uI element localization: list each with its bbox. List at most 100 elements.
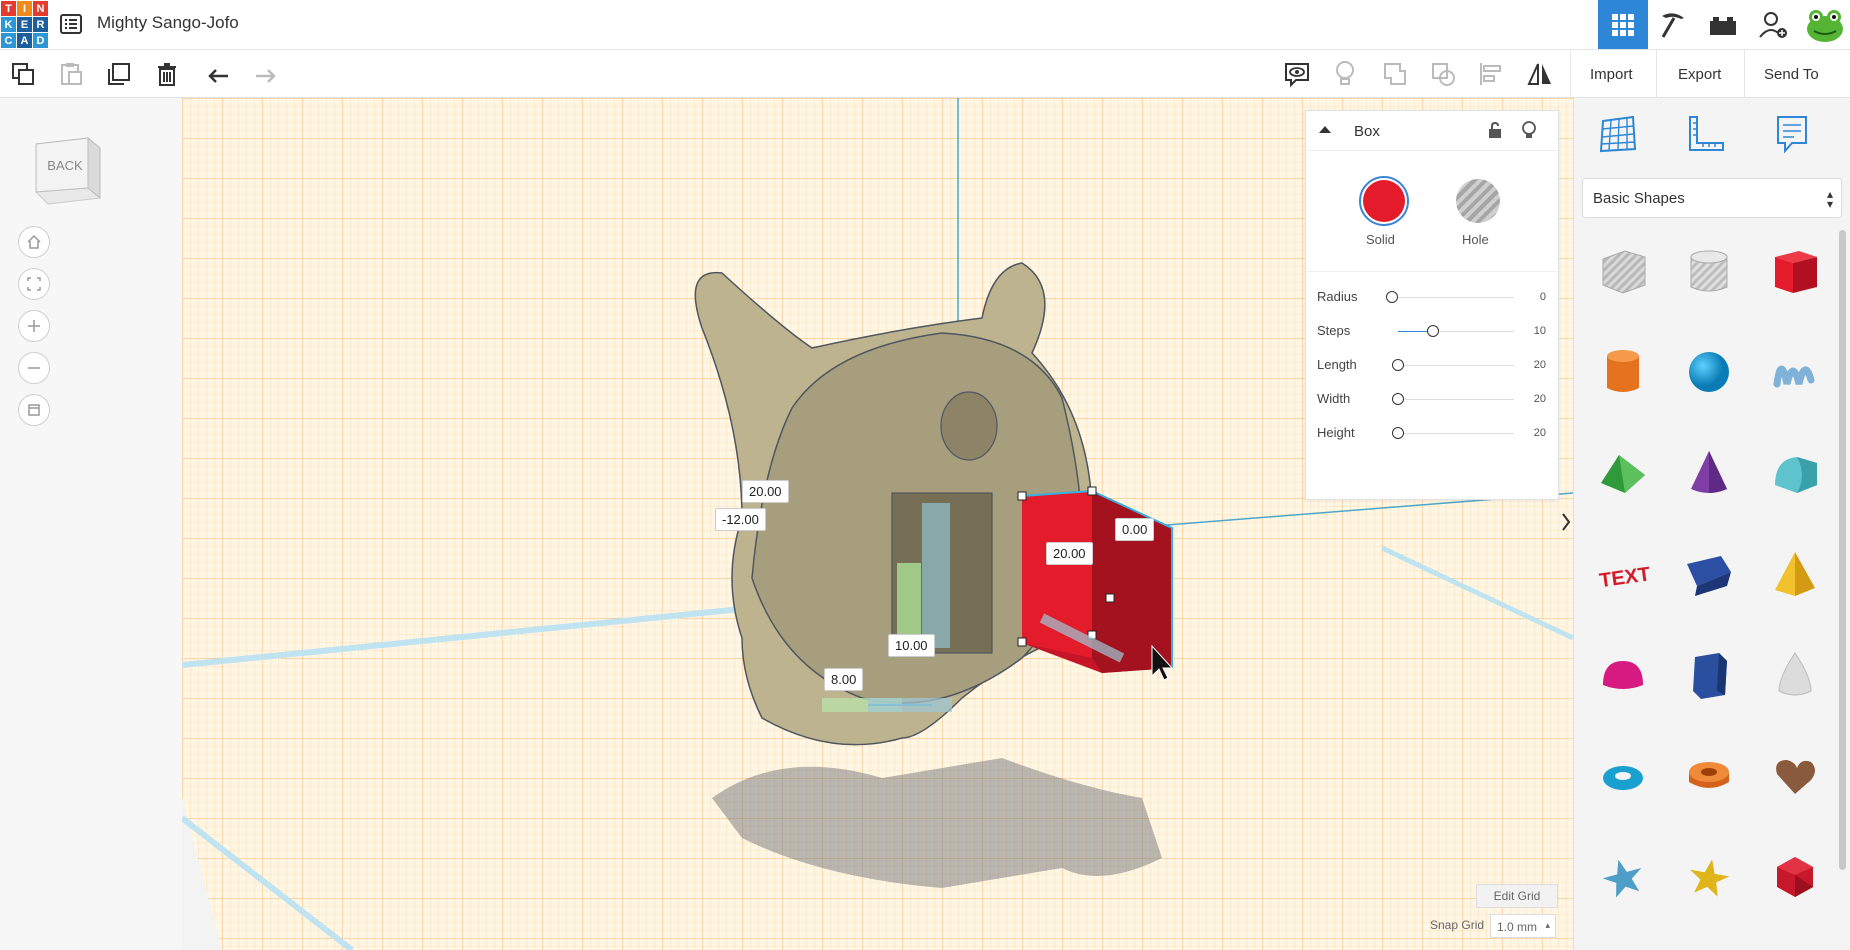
param-slider-height[interactable] — [1398, 433, 1514, 434]
notes-tool-button[interactable] — [1764, 110, 1820, 158]
dimension-elevation-label[interactable]: -12.00 — [715, 508, 766, 531]
shape-tile-box[interactable] — [1760, 238, 1830, 308]
collapse-inspector-button[interactable] — [1318, 123, 1332, 137]
param-slider-width[interactable] — [1398, 399, 1514, 400]
inspector-header: Box — [1306, 111, 1558, 151]
shape-tile-star[interactable] — [1588, 844, 1658, 914]
param-slider-length[interactable] — [1398, 365, 1514, 366]
workplane-grid-icon — [1599, 115, 1637, 153]
tinkercad-logo[interactable]: TIN KER CAD — [0, 0, 48, 48]
home-view-button[interactable] — [18, 226, 50, 258]
mirror-button[interactable] — [1525, 60, 1555, 88]
tube-icon — [1681, 748, 1737, 809]
shape-tile-text[interactable]: TEXT — [1588, 541, 1658, 611]
shape-tile-pyramid[interactable] — [1760, 541, 1830, 611]
paste-button[interactable] — [56, 60, 86, 88]
shape-tile-box-hole[interactable] — [1588, 238, 1658, 308]
3d-design-view-button[interactable] — [1598, 0, 1648, 49]
workplane-tool-button[interactable] — [1590, 110, 1646, 158]
profile-avatar[interactable] — [1800, 0, 1850, 49]
shapes-scrollbar[interactable] — [1839, 230, 1846, 870]
param-slider-knob[interactable] — [1391, 359, 1404, 371]
paraboloid-icon — [1767, 647, 1823, 708]
design-title[interactable]: Mighty Sango-Jofo — [97, 13, 239, 33]
design-list-icon[interactable] — [59, 12, 83, 36]
param-slider-knob[interactable] — [1426, 325, 1439, 337]
notes-toggle-button[interactable] — [1282, 60, 1312, 88]
dimension-y-offset-label[interactable]: 8.00 — [824, 668, 864, 691]
duplicate-button[interactable] — [104, 60, 134, 88]
dimension-x-offset-label[interactable]: 0.00 — [1115, 518, 1155, 541]
perspective-toggle-button[interactable] — [18, 394, 50, 426]
logo-letter: R — [33, 17, 48, 32]
shape-tile-polygon[interactable] — [1674, 642, 1744, 712]
shape-light-button[interactable] — [1520, 121, 1538, 139]
snap-grid-select[interactable]: 1.0 mm ▴ — [1490, 914, 1556, 938]
send-to-button[interactable]: Send To — [1750, 56, 1833, 92]
param-slider-radius[interactable] — [1398, 297, 1514, 298]
shape-tile-star-gold[interactable] — [1674, 844, 1744, 914]
shape-tile-cylinder[interactable] — [1588, 339, 1658, 409]
view-cube[interactable]: BACK — [28, 130, 104, 206]
shape-tile-torus[interactable] — [1588, 743, 1658, 813]
text-icon: TEXT — [1595, 546, 1652, 607]
shape-tile-scribble[interactable] — [1760, 339, 1830, 409]
undo-button[interactable] — [204, 60, 234, 88]
shape-tile-tube[interactable] — [1674, 743, 1744, 813]
edit-toolbar: Import Export Send To — [0, 50, 1850, 98]
export-button[interactable]: Export — [1664, 56, 1735, 92]
collapse-panel-button[interactable] — [1560, 508, 1574, 538]
param-value-radius[interactable]: 0 — [1540, 291, 1546, 303]
shape-tile-paraboloid[interactable] — [1760, 642, 1830, 712]
redo-button[interactable] — [250, 60, 280, 88]
show-lights-button[interactable] — [1330, 60, 1360, 88]
import-button[interactable]: Import — [1576, 56, 1647, 92]
cylinder-icon — [1595, 344, 1651, 405]
invite-user-button[interactable] — [1748, 0, 1798, 49]
solid-color-swatch[interactable] — [1359, 176, 1409, 226]
shape-tile-cone[interactable] — [1674, 440, 1744, 510]
shape-tile-round-roof[interactable] — [1760, 440, 1830, 510]
star-icon — [1595, 849, 1651, 910]
wedge-icon — [1681, 546, 1737, 607]
param-value-width[interactable]: 20 — [1534, 393, 1546, 405]
param-slider-knob[interactable] — [1391, 393, 1404, 405]
param-value-height[interactable]: 20 — [1534, 427, 1546, 439]
shape-tile-icosahedron[interactable] — [1760, 844, 1830, 914]
shape-tile-wedge[interactable] — [1674, 541, 1744, 611]
dimension-width-label[interactable]: 10.00 — [888, 634, 935, 657]
param-slider-knob[interactable] — [1386, 291, 1398, 303]
hole-swatch[interactable] — [1456, 179, 1500, 223]
dimension-length-label[interactable]: 20.00 — [1046, 542, 1093, 565]
ungroup-button[interactable] — [1428, 60, 1458, 88]
icosahedron-icon — [1767, 849, 1823, 910]
shape-tile-roof[interactable] — [1588, 440, 1658, 510]
delete-button[interactable] — [152, 60, 182, 88]
edit-grid-button[interactable]: Edit Grid — [1476, 884, 1558, 908]
copy-button[interactable] — [8, 60, 38, 88]
add-user-icon — [1759, 11, 1787, 38]
group-button[interactable] — [1380, 60, 1410, 88]
align-button[interactable] — [1476, 60, 1506, 88]
shape-tile-cylinder-hole[interactable] — [1674, 238, 1744, 308]
bricks-view-button[interactable] — [1698, 0, 1748, 49]
inspector-title: Box — [1354, 123, 1380, 140]
zoom-out-button[interactable] — [18, 352, 50, 384]
param-value-steps[interactable]: 10 — [1534, 325, 1546, 337]
frog-avatar-icon — [1807, 9, 1843, 42]
ruler-tool-button[interactable] — [1678, 110, 1734, 158]
fit-view-button[interactable] — [18, 268, 50, 300]
minecraft-view-button[interactable] — [1648, 0, 1698, 49]
dimension-height-label[interactable]: 20.00 — [742, 480, 789, 503]
shape-tile-sphere[interactable] — [1674, 339, 1744, 409]
param-value-length[interactable]: 20 — [1534, 359, 1546, 371]
shape-library-select[interactable]: Basic Shapes ▴ ▾ — [1582, 178, 1842, 218]
lock-button[interactable] — [1486, 121, 1504, 139]
align-icon — [1480, 63, 1501, 85]
ruler-icon — [1689, 116, 1724, 151]
shape-tile-half-sphere[interactable] — [1588, 642, 1658, 712]
param-slider-knob[interactable] — [1391, 427, 1404, 439]
zoom-in-button[interactable] — [18, 310, 50, 342]
shape-tile-heart[interactable] — [1760, 743, 1830, 813]
toolbar-divider — [1744, 50, 1745, 98]
